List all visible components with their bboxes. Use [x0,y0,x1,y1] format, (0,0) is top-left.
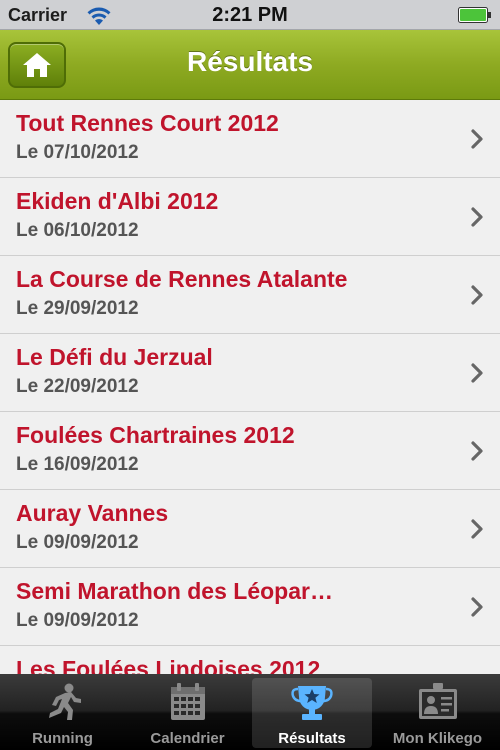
result-title: Foulées Chartraines 2012 [16,422,295,448]
result-date: Le 22/09/2012 [16,376,139,397]
runner-icon [48,683,81,720]
result-row[interactable]: La Course de Rennes Atalante Le 29/09/20… [0,256,500,334]
id-card-icon [418,683,457,719]
tab-calendrier[interactable]: Calendrier [125,674,250,750]
chevron-right-icon [471,441,483,461]
result-title: Semi Marathon des Léopar… [16,578,333,604]
result-date: Le 09/09/2012 [16,610,139,631]
tab-running[interactable]: Running [0,674,125,750]
chevron-right-icon [471,285,483,305]
result-date: Le 16/09/2012 [16,454,139,475]
result-title: Les Foulées Lindoises 2012 [16,656,321,674]
result-title: Tout Rennes Court 2012 [16,110,279,136]
result-title: Auray Vannes [16,500,169,526]
result-date: Le 29/09/2012 [16,298,139,319]
result-row[interactable]: Tout Rennes Court 2012 Le 07/10/2012 [0,100,500,178]
tab-label: Mon Klikego [392,730,483,747]
result-title: Ekiden d'Albi 2012 [16,188,219,214]
result-date: Le 06/10/2012 [16,220,139,241]
tab-label: Running [32,730,93,747]
calendar-icon [170,683,205,720]
result-row[interactable]: Les Foulées Lindoises 2012 [0,646,500,674]
results-list: Tout Rennes Court 2012 Le 07/10/2012 Eki… [0,100,500,674]
result-date: Le 09/09/2012 [16,532,139,553]
status-time: 2:21 PM [212,4,288,26]
chevron-right-icon [471,363,483,383]
chevron-right-icon [471,597,483,617]
tab-label: Résultats [278,730,346,747]
page-title: Résultats [186,46,314,77]
result-row[interactable]: Auray Vannes Le 09/09/2012 [0,490,500,568]
navigation-bar: Résultats [0,30,500,100]
result-title: Le Défi du Jerzual [16,344,213,370]
battery-icon [458,7,491,23]
result-row[interactable]: Le Défi du Jerzual Le 22/09/2012 [0,334,500,412]
result-title: La Course de Rennes Atalante [16,266,348,292]
tab-bar: Running Calendrier Résultats Mon Klikego [0,674,500,750]
chevron-right-icon [471,519,483,539]
result-row[interactable]: Ekiden d'Albi 2012 Le 06/10/2012 [0,178,500,256]
trophy-icon [291,686,333,720]
tab-mon-klikego[interactable]: Mon Klikego [375,674,500,750]
tab-resultats[interactable]: Résultats [252,678,372,748]
result-row[interactable]: Foulées Chartraines 2012 Le 16/09/2012 [0,412,500,490]
status-bar: Carrier 2:21 PM [0,0,500,30]
result-row[interactable]: Semi Marathon des Léopar… Le 09/09/2012 [0,568,500,646]
chevron-right-icon [471,207,483,227]
result-date: Le 07/10/2012 [16,142,139,163]
chevron-right-icon [471,129,483,149]
tab-label: Calendrier [150,730,225,747]
